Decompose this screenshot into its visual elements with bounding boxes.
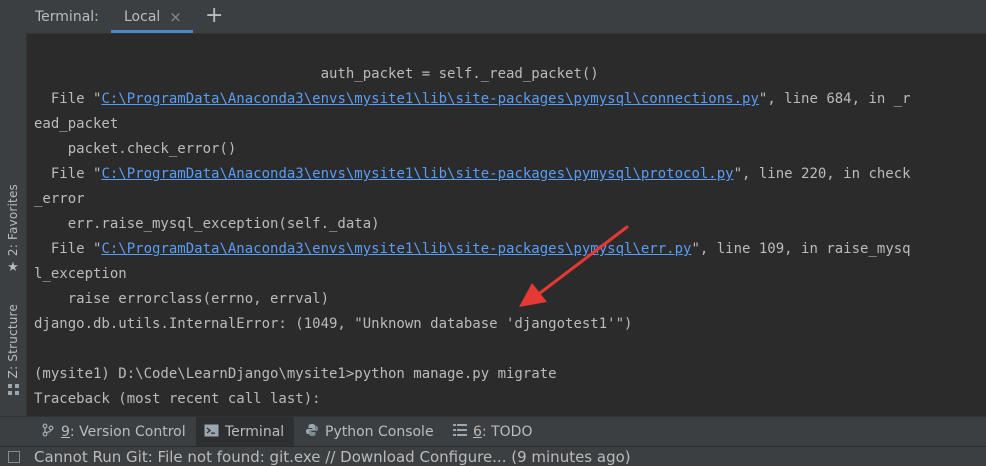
terminal-line: ead_packet: [34, 116, 119, 132]
tab-terminal[interactable]: Terminal: [196, 417, 295, 447]
tab-local-label: Local: [124, 8, 161, 25]
version-control-icon: [41, 423, 55, 441]
terminal-line: File "C:\ProgramData\Anaconda3\envs\mysi…: [34, 237, 980, 262]
terminal-icon: [204, 424, 219, 441]
command-line: (mysite1) D:\Code\LearnDjango\mysite1>py…: [34, 366, 557, 382]
terminal-line: Traceback (most recent call last):: [34, 391, 321, 407]
tab-version-control[interactable]: 9: Version Control: [33, 417, 194, 447]
terminal-tab-label: Terminal: [225, 424, 285, 440]
toggle-tool-windows-icon[interactable]: [8, 451, 20, 463]
terminal-text: ", line 109, in raise_mysq: [691, 241, 911, 257]
file-link[interactable]: C:\ProgramData\Anaconda3\envs\mysite1\li…: [101, 166, 733, 182]
python-icon: [305, 423, 319, 441]
terminal-line: File "C:\ProgramData\Anaconda3\envs\mysi…: [34, 162, 980, 187]
tab-python-console[interactable]: Python Console: [297, 417, 442, 447]
add-tab-icon[interactable]: +: [205, 3, 223, 29]
status-bar: Cannot Run Git: File not found: git.exe …: [0, 446, 986, 466]
favorites-tab[interactable]: 2: Favorites ★: [0, 184, 26, 274]
terminal-line: auth_packet = self._read_packet(): [34, 66, 599, 82]
structure-icon: [7, 384, 19, 396]
todo-icon: [453, 424, 467, 440]
structure-tab[interactable]: Z: Structure: [0, 304, 26, 396]
terminal-line: raise errorclass(errno, errval): [34, 291, 330, 307]
terminal-text: ", line 220, in check: [733, 166, 911, 182]
terminal-output[interactable]: auth_packet = self._read_packet() File "…: [34, 62, 980, 412]
favorites-label: 2: Favorites: [6, 184, 20, 257]
terminal-line: packet.check_error(): [34, 141, 237, 157]
todo-label: : TODO: [481, 424, 533, 440]
terminal-text: File ": [34, 91, 102, 107]
terminal-title: Terminal:: [35, 9, 99, 25]
file-link[interactable]: C:\ProgramData\Anaconda3\envs\mysite1\li…: [101, 91, 758, 107]
tool-window-bar: 9: Version Control Terminal Python Conso…: [0, 416, 986, 447]
status-message[interactable]: Cannot Run Git: File not found: git.exe …: [34, 448, 631, 466]
version-control-key: 9: [61, 424, 70, 440]
file-link[interactable]: C:\ProgramData\Anaconda3\envs\mysite1\li…: [101, 241, 691, 257]
python-console-label: Python Console: [325, 424, 434, 440]
terminal-line: l_exception: [34, 266, 127, 282]
terminal-line: _error: [34, 191, 85, 207]
terminal-text: ", line 684, in _r: [758, 91, 911, 107]
tab-local[interactable]: Local ×: [111, 0, 193, 33]
left-tool-strip: 2: Favorites ★ Z: Structure: [0, 0, 27, 416]
structure-label: Z: Structure: [6, 304, 20, 379]
tab-todo[interactable]: 6: TODO: [445, 417, 540, 447]
terminal-text: File ": [34, 166, 102, 182]
close-icon[interactable]: ×: [169, 8, 182, 26]
terminal-header: Terminal: Local × +: [26, 0, 986, 34]
terminal-line: err.raise_mysql_exception(self._data): [34, 216, 380, 232]
version-control-label: : Version Control: [69, 424, 186, 440]
todo-key: 6: [473, 424, 482, 440]
star-icon: ★: [7, 260, 19, 276]
error-line: django.db.utils.InternalError: (1049, "U…: [34, 316, 633, 332]
terminal-line: File "C:\ProgramData\Anaconda3\envs\mysi…: [34, 87, 980, 112]
terminal-text: File ": [34, 241, 102, 257]
